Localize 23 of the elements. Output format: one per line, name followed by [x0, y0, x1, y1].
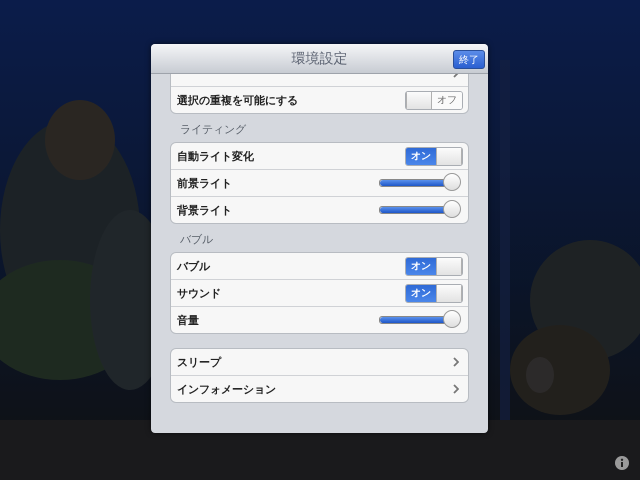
row-label: バブル: [177, 258, 210, 274]
chevron-icon: [453, 384, 459, 394]
section-header: ライティング: [179, 122, 248, 138]
info-icon[interactable]: [615, 456, 629, 470]
slider[interactable]: [379, 174, 463, 192]
section-header: バブル: [179, 232, 214, 248]
row-label: 選択の重複を可能にする: [177, 92, 298, 108]
toggle-switch[interactable]: オン: [405, 146, 463, 166]
row-label: 前景ライト: [177, 176, 232, 190]
toggle-switch[interactable]: オン: [405, 256, 463, 276]
popover-title: 環境設定: [292, 50, 348, 68]
toggle-switch[interactable]: オフ: [405, 90, 463, 110]
slider[interactable]: [379, 311, 463, 329]
row-label: サウンド: [177, 286, 221, 300]
row-label: スリープ: [177, 354, 221, 370]
row-label: 自動ライト変化: [177, 148, 254, 164]
done-button[interactable]: 終了: [453, 50, 485, 69]
row-label: インフォメーション: [177, 382, 276, 396]
slider[interactable]: [379, 201, 463, 219]
row-label: 背景ライト: [177, 202, 232, 218]
row-label: 音量: [177, 312, 199, 328]
chevron-icon: [453, 357, 459, 367]
toggle-switch[interactable]: オン: [405, 284, 463, 302]
